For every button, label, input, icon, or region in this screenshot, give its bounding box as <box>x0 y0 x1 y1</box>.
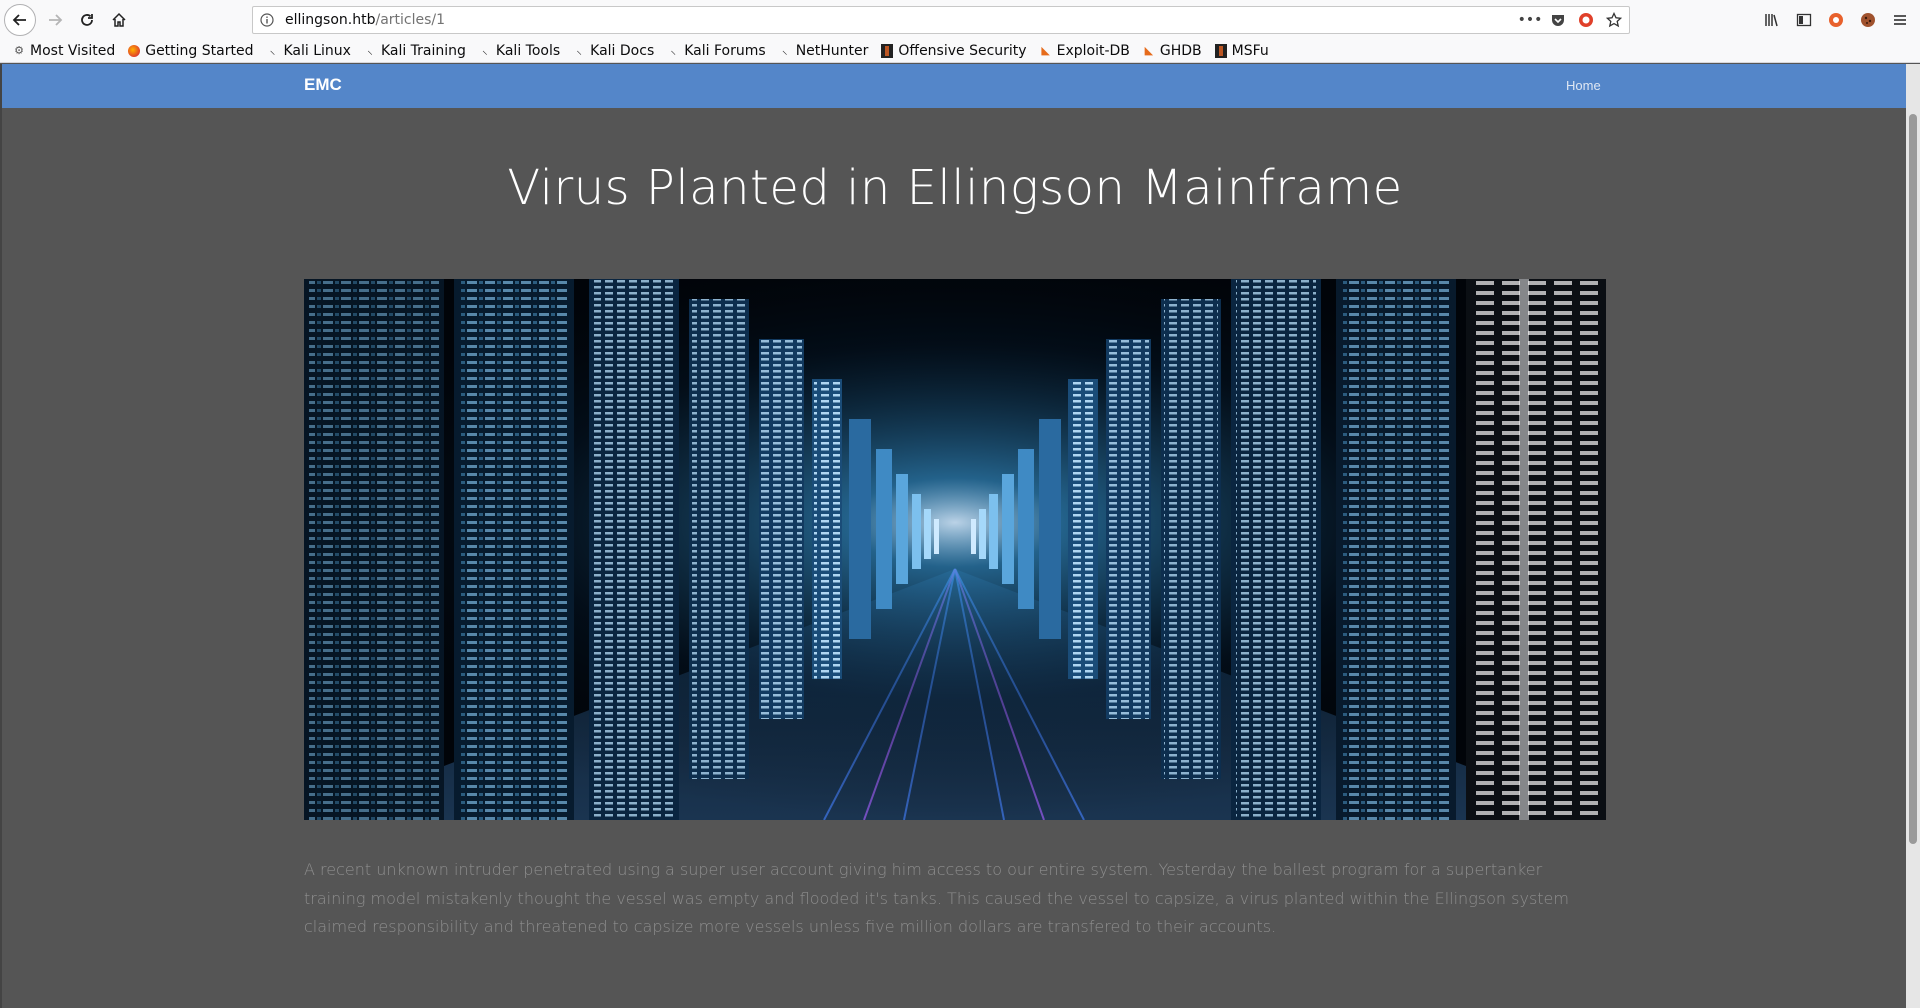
bookmark-label: GHDB <box>1159 42 1202 59</box>
bookmark-kali-forums[interactable]: ⸜ Kali Forums <box>666 42 766 59</box>
reload-icon <box>81 14 93 26</box>
page-scrollbar[interactable] <box>1906 64 1920 1008</box>
bookmark-label: MSFu <box>1231 42 1269 59</box>
home-icon <box>112 12 126 27</box>
home-button[interactable] <box>104 5 134 35</box>
url-text[interactable]: ellingson.htb/articles/1 <box>285 12 445 28</box>
article-body: A recent unknown intruder penetrated usi… <box>304 860 1569 936</box>
library-icon[interactable] <box>1760 8 1784 32</box>
bookmark-label: Exploit-DB <box>1056 42 1130 59</box>
nav-home-link[interactable]: Home <box>1566 78 1601 93</box>
url-host: ellingson.htb <box>285 12 376 28</box>
cookie-icon[interactable] <box>1856 8 1880 32</box>
address-bar[interactable]: ellingson.htb/articles/1 ••• <box>252 6 1630 34</box>
bookmark-offensive-security[interactable]: Offensive Security <box>880 42 1027 59</box>
bookmark-msfu[interactable]: MSFu <box>1214 43 1269 59</box>
bookmark-label: Kali Docs <box>590 42 655 59</box>
bookmarks-toolbar: ⚙ Most Visited Getting Started ⸜ Kali Linu… <box>0 39 1920 63</box>
article-hero-image <box>304 279 1606 820</box>
url-actions: ••• <box>1518 9 1623 31</box>
bookmark-label: Getting Started <box>145 42 254 59</box>
kali-dragon-icon: ⸜ <box>781 44 788 57</box>
kali-dragon-icon: ⸜ <box>367 44 373 57</box>
offsec-icon <box>1214 43 1228 58</box>
bookmark-label: Kali Linux <box>283 42 351 59</box>
kali-dragon-icon: ⸜ <box>576 44 582 57</box>
pocket-icon[interactable] <box>1549 11 1567 29</box>
bookmark-most-visited[interactable]: ⚙ Most Visited <box>12 43 115 59</box>
bookmark-ghdb[interactable]: ◣ GHDB <box>1142 43 1202 59</box>
site-info-icon[interactable] <box>253 7 281 33</box>
bookmark-kali-tools[interactable]: ⸜ Kali Tools <box>478 43 560 59</box>
bookmark-label: NetHunter <box>795 42 869 59</box>
bookmark-label: Kali Forums <box>684 42 766 59</box>
mainframe-corridor-illustration <box>304 279 1606 820</box>
arrow-left-icon <box>12 14 26 26</box>
site-brand[interactable]: EMC <box>304 75 342 95</box>
bookmark-label: Kali Training <box>380 42 466 59</box>
bookmark-kali-linux[interactable]: ⸜ Kali Linux <box>265 42 351 59</box>
back-button[interactable] <box>4 4 36 36</box>
site-navbar: EMC Home <box>2 64 1906 108</box>
forward-button[interactable] <box>40 5 70 35</box>
bookmark-kali-training[interactable]: ⸜ Kali Training <box>363 43 466 59</box>
ublock-icon[interactable] <box>1577 11 1595 29</box>
page-actions-icon[interactable]: ••• <box>1518 11 1543 29</box>
exploitdb-icon: ◣ <box>1144 44 1154 57</box>
firefox-icon <box>127 44 141 58</box>
sidebar-icon[interactable] <box>1792 8 1816 32</box>
scrollbar-thumb[interactable] <box>1909 114 1917 844</box>
kali-dragon-icon: ⸜ <box>670 44 677 57</box>
bookmark-kali-docs[interactable]: ⸜ Kali Docs <box>572 43 654 59</box>
arrow-right-icon <box>49 14 63 26</box>
bookmark-getting-started[interactable]: Getting Started <box>127 43 253 59</box>
url-path: /articles/1 <box>375 12 446 28</box>
bookmark-star-icon[interactable] <box>1605 11 1623 29</box>
hamburger-menu-icon[interactable] <box>1888 8 1912 32</box>
extension-icon[interactable] <box>1824 8 1848 32</box>
reload-button[interactable] <box>72 5 102 35</box>
exploitdb-icon: ◣ <box>1041 44 1050 57</box>
bookmark-label: Kali Tools <box>495 42 561 59</box>
page-viewport: EMC Home Virus Planted in Ellingson Main… <box>0 64 1906 1008</box>
kali-dragon-icon: ⸜ <box>482 44 488 57</box>
bookmark-label: Offensive Security <box>898 42 1027 59</box>
browser-toolbar: ellingson.htb/articles/1 ••• <box>0 0 1920 39</box>
article-title: Virus Planted in Ellingson Mainframe <box>507 160 1403 216</box>
offsec-icon <box>880 43 894 58</box>
kali-dragon-icon: ⸜ <box>269 44 276 57</box>
toolbar-right <box>1760 5 1920 35</box>
bookmark-nethunter[interactable]: ⸜ NetHunter <box>778 42 869 59</box>
bookmark-label: Most Visited <box>30 42 116 59</box>
bookmark-exploit-db[interactable]: ◣ Exploit-DB <box>1039 43 1130 59</box>
gear-icon: ⚙ <box>14 44 24 57</box>
